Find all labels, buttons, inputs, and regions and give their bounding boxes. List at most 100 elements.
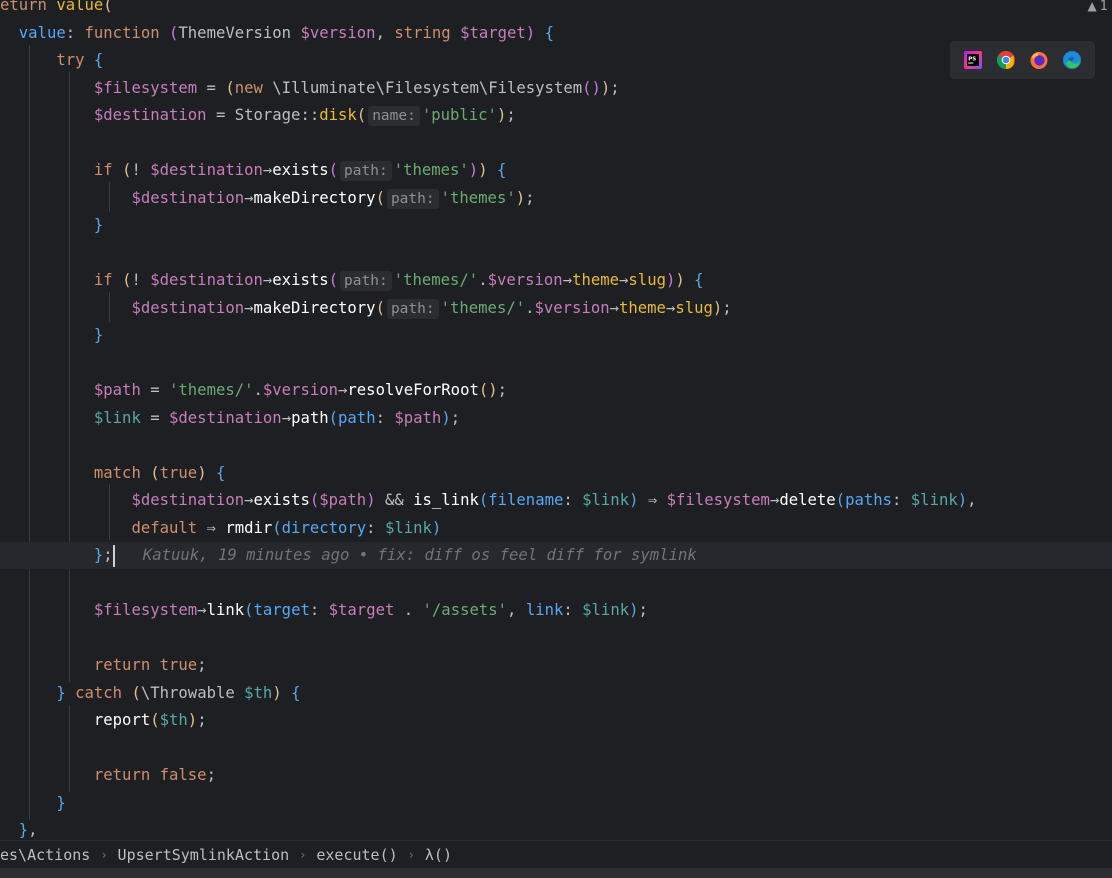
code-token: ; (206, 766, 216, 784)
code-token: disk (319, 106, 357, 124)
code-token: ( (375, 298, 385, 317)
warning-count: 1 (1099, 0, 1108, 14)
code-line[interactable]: if (! $destination→exists(path:'themes')… (0, 157, 1112, 184)
browser-preview-bar: PS (950, 41, 1095, 79)
code-token: function (84, 23, 170, 42)
code-token: . (394, 601, 423, 619)
code-token: → (609, 298, 619, 317)
code-token: $filesystem (93, 78, 198, 97)
code-token: { (215, 463, 226, 482)
code-line[interactable]: $filesystem = (new \Illuminate\Filesyste… (0, 75, 1112, 102)
code-line[interactable]: $destination = Storage::disk(name:'publi… (0, 102, 1112, 129)
code-token: 'themes' (393, 161, 469, 179)
code-token: } (93, 546, 104, 564)
code-line[interactable]: value: function (ThemeVersion $version, … (0, 20, 1112, 47)
code-line[interactable] (0, 570, 1112, 597)
edge-icon[interactable] (1062, 50, 1082, 70)
warning-icon: ▲ (1087, 0, 1097, 13)
code-line[interactable]: return false; (0, 762, 1112, 789)
code-line[interactable]: default ⇒ rmdir(directory: $link) (0, 515, 1112, 542)
code-token: $link (582, 491, 630, 509)
code-line[interactable]: } catch (\Throwable $th) { (0, 680, 1112, 707)
code-token: ) (515, 188, 526, 207)
code-token: ; (638, 601, 648, 619)
code-token: $link (582, 601, 630, 619)
inspection-widget[interactable]: ▲ 1 (1087, 0, 1108, 14)
code-token: 'themes/' (169, 381, 254, 399)
code-token: ( (835, 491, 846, 509)
code-token: exists (272, 161, 329, 179)
code-token: ) (478, 161, 488, 179)
code-token: $destination (169, 408, 282, 427)
code-token: , (375, 23, 395, 42)
chrome-icon[interactable] (996, 50, 1016, 70)
breadcrumb-item[interactable]: UpsertSymlinkAction (118, 846, 290, 864)
code-token: delete (779, 491, 836, 509)
code-token: : (309, 601, 329, 619)
code-token: return (93, 766, 160, 784)
code-token: . (525, 298, 535, 317)
code-line[interactable]: }; Katuuk, 19 minutes ago • fix: diff os… (0, 542, 1112, 569)
code-line[interactable]: }, (0, 817, 1112, 840)
phpstorm-icon[interactable]: PS (963, 50, 983, 70)
code-line[interactable] (0, 735, 1112, 762)
code-token: $th (244, 683, 273, 702)
code-token: :: (300, 106, 320, 124)
code-line[interactable]: eturn value( (0, 0, 1112, 19)
code-token: ( (328, 408, 339, 427)
firefox-icon[interactable] (1029, 50, 1049, 70)
code-line[interactable]: return true; (0, 652, 1112, 679)
code-token: ) (441, 408, 451, 427)
breadcrumb-item[interactable]: λ() (425, 846, 452, 864)
code-line[interactable]: if (! $destination→exists(path:'themes/'… (0, 267, 1112, 294)
code-editor[interactable]: eturn value( value: function (ThemeVersi… (0, 0, 1112, 840)
chevron-right-icon: › (100, 848, 108, 862)
code-token: false (159, 766, 207, 784)
code-line[interactable]: report($th); (0, 707, 1112, 734)
code-token: 'themes/' (393, 271, 479, 289)
code-line[interactable]: } (0, 790, 1112, 817)
code-token: ) (957, 491, 968, 509)
code-token: $destination (150, 271, 263, 289)
breadcrumb-item[interactable]: execute() (316, 846, 397, 864)
code-token: $target (460, 23, 526, 42)
code-token: ) (600, 78, 611, 97)
code-line[interactable]: $destination→makeDirectory(path:'themes/… (0, 295, 1112, 322)
code-token: paths (845, 491, 893, 509)
code-token: { (291, 683, 301, 702)
breadcrumb-item[interactable]: es\Actions (0, 846, 90, 864)
code-token: ; (497, 381, 508, 399)
code-line[interactable] (0, 350, 1112, 377)
code-line[interactable]: $destination→makeDirectory(path:'themes'… (0, 185, 1112, 212)
code-line[interactable]: try { (0, 47, 1112, 74)
code-line[interactable]: $path = 'themes/'.$version→resolveForRoo… (0, 377, 1112, 404)
code-token: ( (150, 463, 160, 482)
code-token: : (563, 491, 583, 509)
code-line[interactable] (0, 625, 1112, 652)
code-token: : (563, 601, 583, 619)
code-line[interactable]: $destination→exists($path) && is_link(fi… (0, 487, 1112, 514)
code-line[interactable] (0, 432, 1112, 459)
code-line[interactable] (0, 130, 1112, 157)
code-line[interactable]: } (0, 322, 1112, 349)
code-line[interactable] (0, 240, 1112, 267)
code-line[interactable]: match (true) { (0, 460, 1112, 487)
code-token: $path (319, 491, 367, 509)
code-line[interactable]: $link = $destination→path(path: $path); (0, 405, 1112, 432)
code-token: ( (103, 0, 113, 14)
code-token: eturn (0, 0, 57, 14)
code-token: → (769, 491, 780, 509)
code-token: : (366, 518, 385, 537)
code-line[interactable]: $filesystem→link(target: $target . '/ass… (0, 597, 1112, 624)
code-line[interactable]: } (0, 212, 1112, 239)
